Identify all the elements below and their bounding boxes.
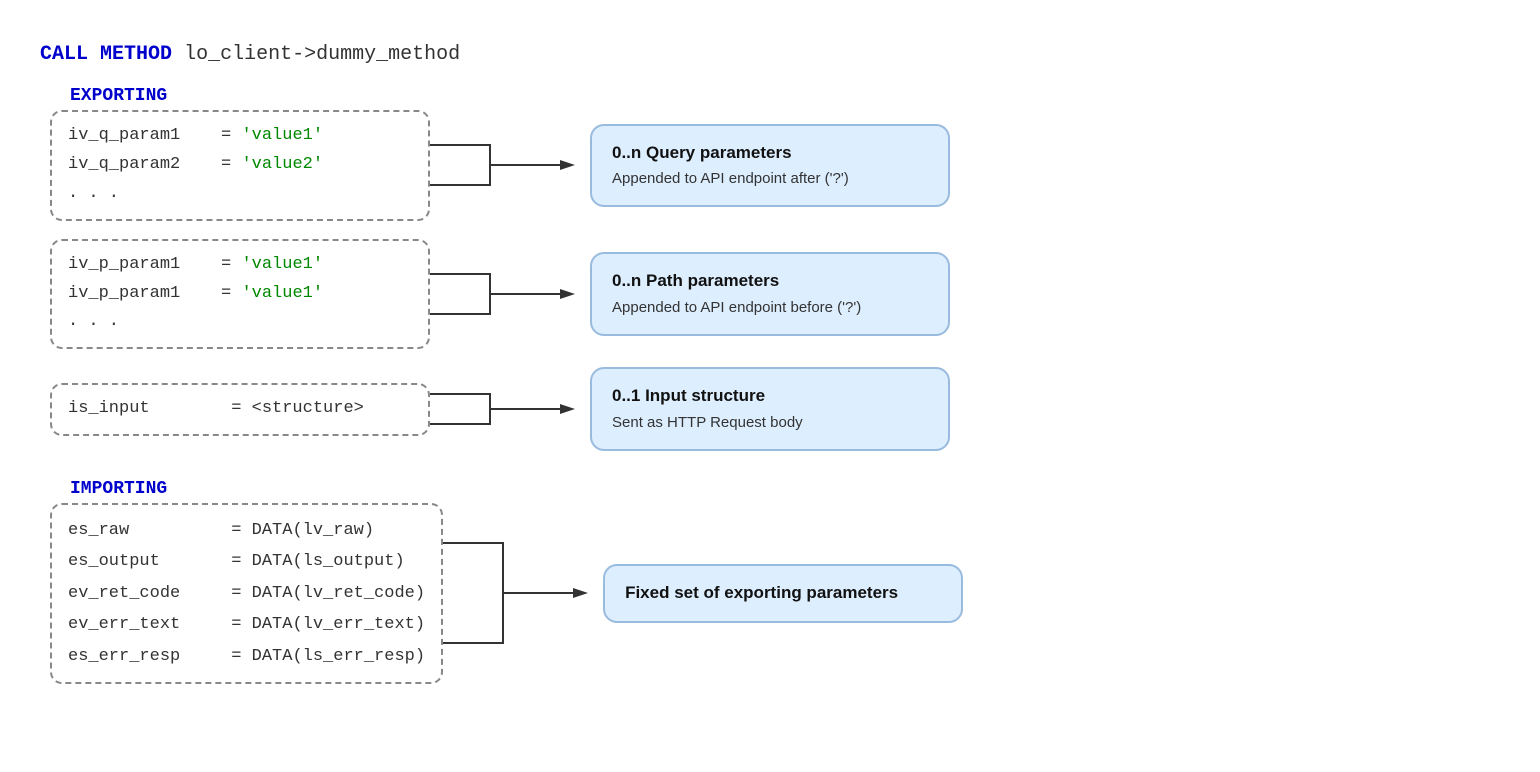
importing-annotation-box: Fixed set of exporting parameters xyxy=(603,564,963,624)
query-annotation-body: Appended to API endpoint after ('?') xyxy=(612,170,849,187)
input-annotation-box: 0..1 Input structure Sent as HTTP Reques… xyxy=(590,367,950,451)
query-connector xyxy=(430,125,590,205)
input-annotation-title: 0..1 Input structure xyxy=(612,383,928,409)
input-annotation-body: Sent as HTTP Request body xyxy=(612,414,803,431)
path-annotation-box: 0..n Path parameters Appended to API end… xyxy=(590,252,950,336)
importing-label: IMPORTING xyxy=(70,479,1500,499)
query-annotation-box: 0..n Query parameters Appended to API en… xyxy=(590,124,950,208)
query-params-row: iv_q_param1 = 'value1' iv_q_param2 = 'va… xyxy=(50,110,1500,221)
path-annotation-title: 0..n Path parameters xyxy=(612,268,928,294)
method-keyword: METHOD xyxy=(100,43,172,66)
method-call: lo_client->dummy_method xyxy=(184,43,460,66)
importing-annotation-title: Fixed set of exporting parameters xyxy=(625,580,941,606)
path-params-row: iv_p_param1 = 'value1' iv_p_param1 = 'va… xyxy=(50,239,1500,350)
importing-connector xyxy=(443,533,603,653)
query-annotation-title: 0..n Query parameters xyxy=(612,140,928,166)
path-params-box: iv_p_param1 = 'value1' iv_p_param1 = 'va… xyxy=(50,239,430,350)
input-struct-box: is_input = <structure> xyxy=(50,383,430,436)
path-annotation-body: Appended to API endpoint before ('?') xyxy=(612,299,861,316)
input-connector xyxy=(430,384,590,434)
path-connector xyxy=(430,254,590,334)
input-struct-row: is_input = <structure> 0..1 Input struct… xyxy=(50,367,1500,451)
call-keyword: CALL xyxy=(40,43,88,66)
importing-box: es_raw = DATA(lv_raw) es_output = DATA(l… xyxy=(50,503,443,684)
importing-row: es_raw = DATA(lv_raw) es_output = DATA(l… xyxy=(50,503,1500,684)
exporting-label: EXPORTING xyxy=(70,86,1500,106)
call-method-line: CALL METHOD lo_client->dummy_method xyxy=(40,40,1500,70)
query-params-box: iv_q_param1 = 'value1' iv_q_param2 = 'va… xyxy=(50,110,430,221)
